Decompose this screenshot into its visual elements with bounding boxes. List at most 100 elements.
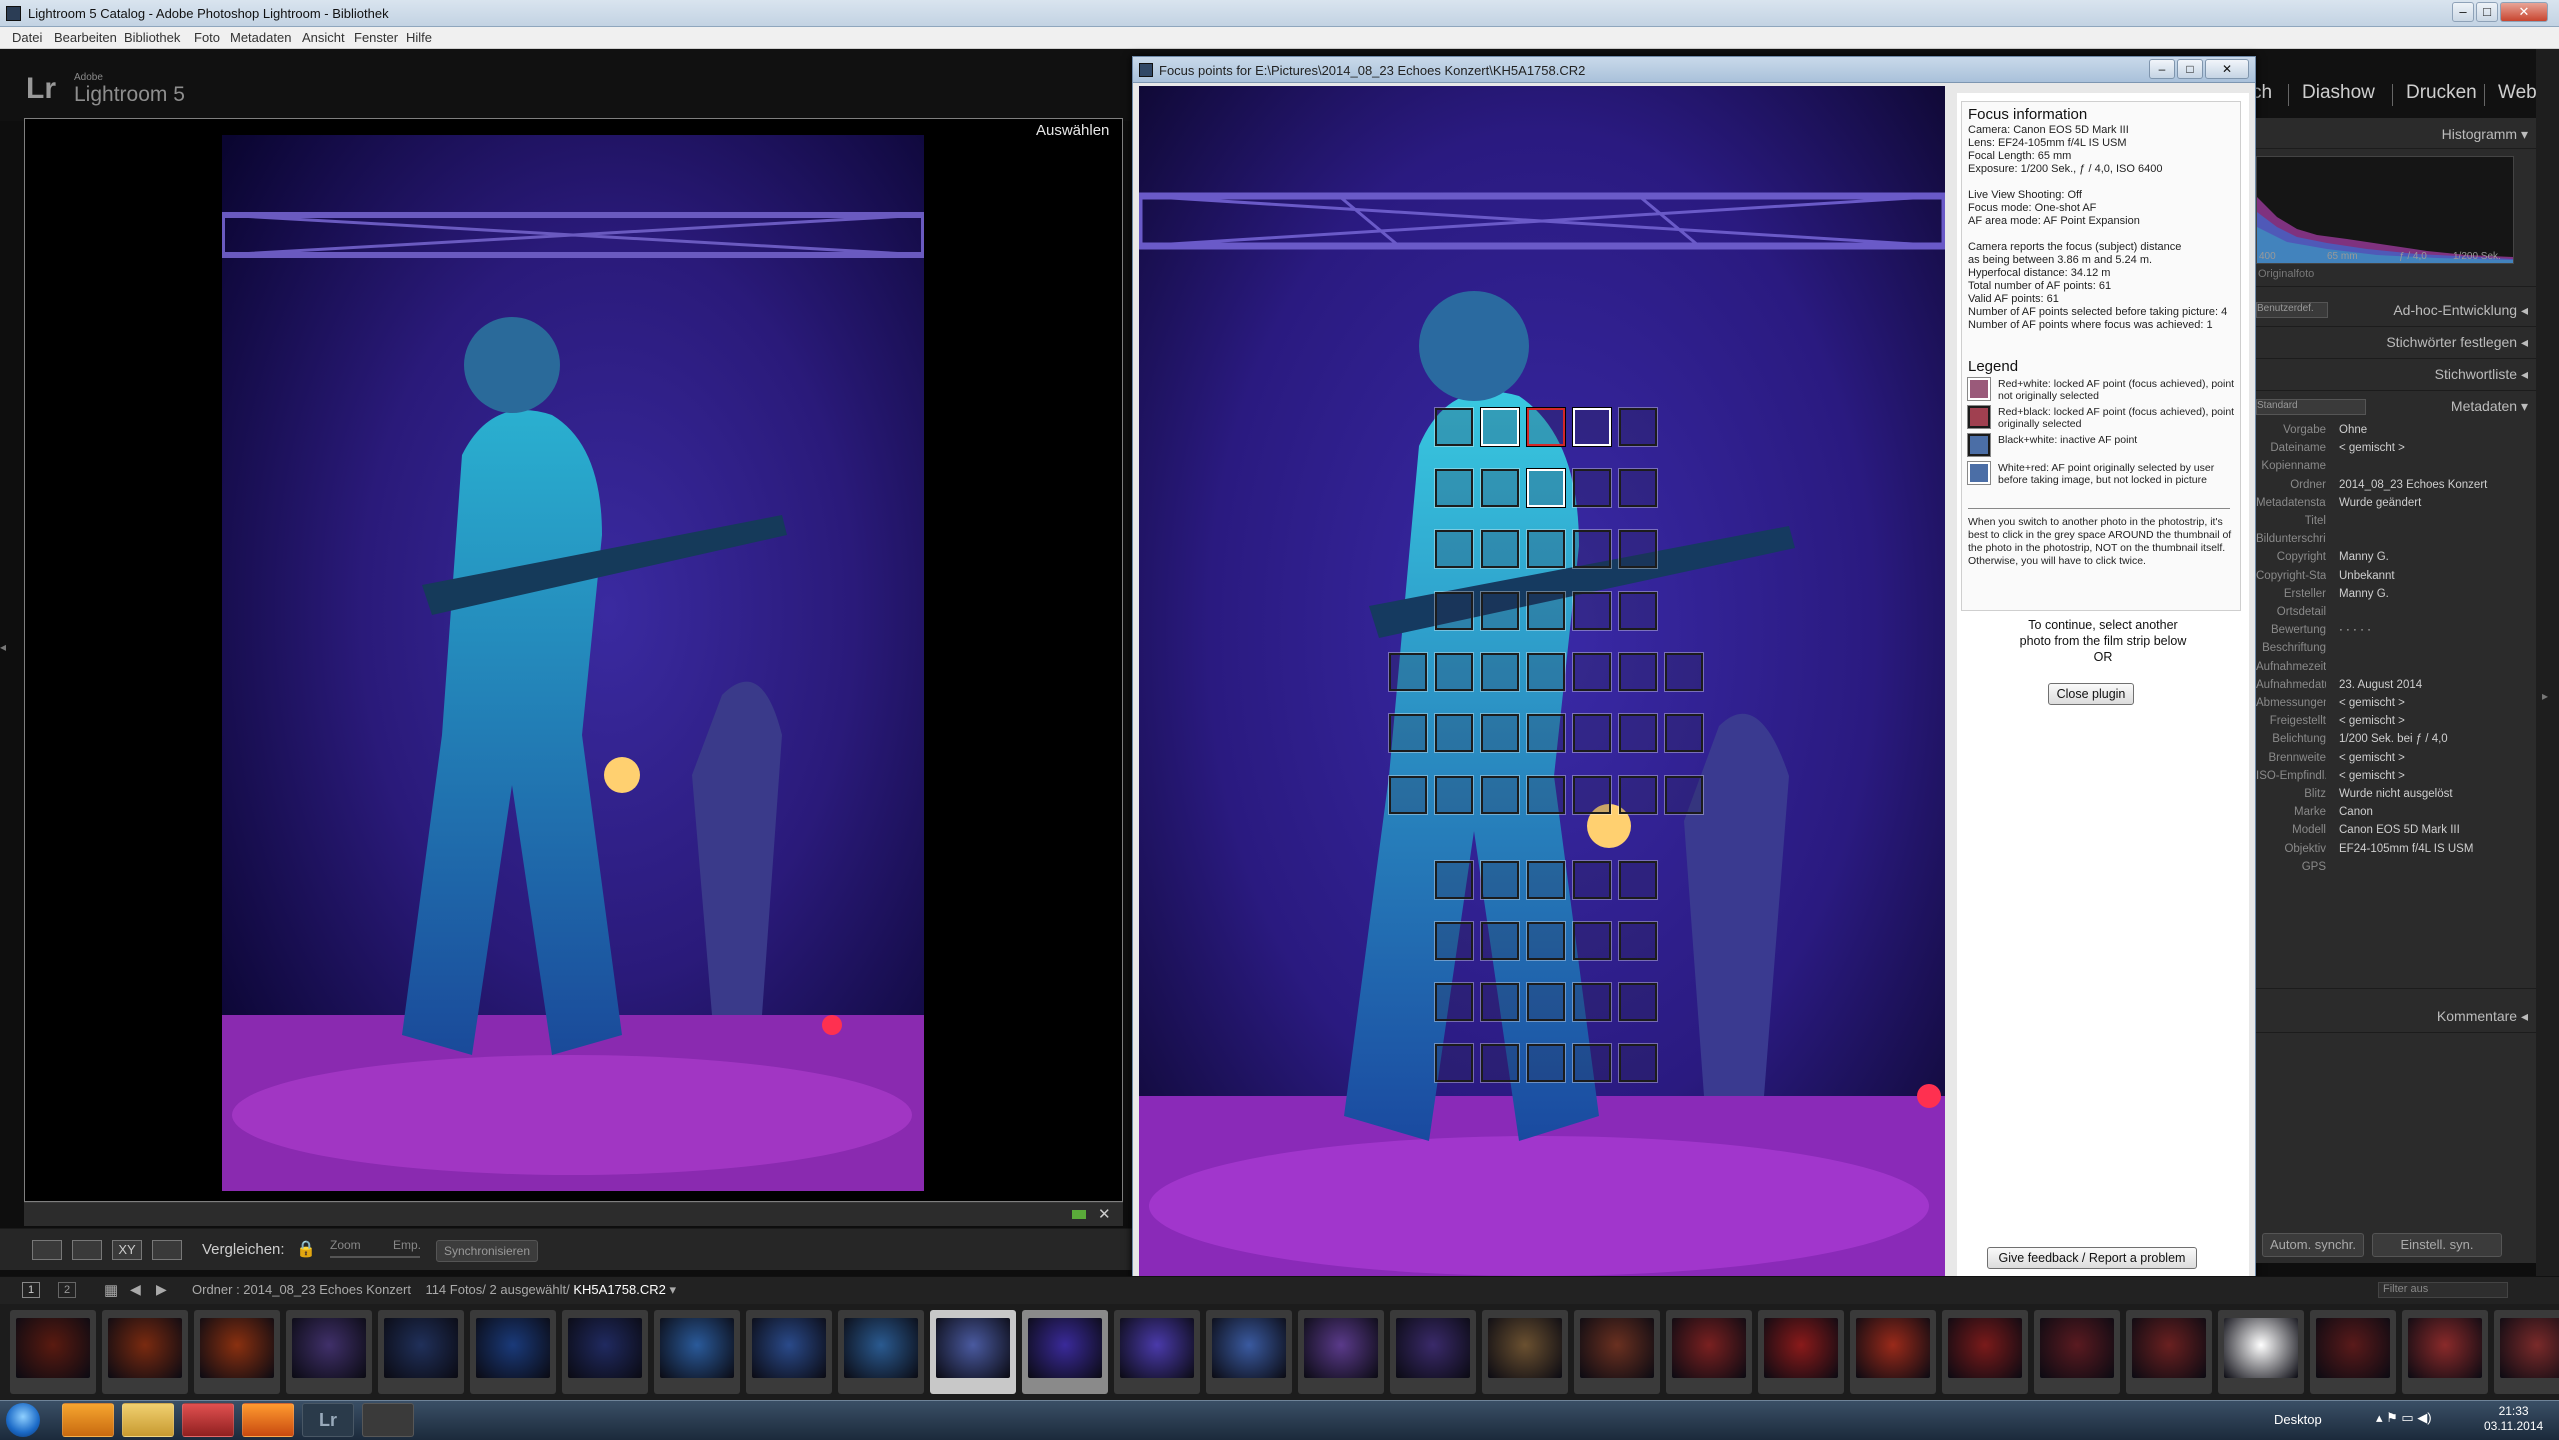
dialog-minimize-button[interactable]: – bbox=[2149, 59, 2175, 79]
menu-item-metadaten[interactable]: Metadaten bbox=[230, 30, 291, 45]
section-metadata[interactable]: Metadaten ▾ bbox=[2451, 398, 2528, 415]
menu-item-bibliothek[interactable]: Bibliothek bbox=[124, 30, 180, 45]
menu-item-bearbeiten[interactable]: Bearbeiten bbox=[54, 30, 117, 45]
filmstrip-thumbnail[interactable] bbox=[10, 1310, 96, 1394]
section-keywording[interactable]: Stichwörter festlegen ◂ bbox=[2386, 334, 2528, 351]
firefox-icon[interactable] bbox=[242, 1403, 294, 1437]
filmstrip-thumbnail[interactable] bbox=[2310, 1310, 2396, 1394]
module-tab-drucken[interactable]: Drucken bbox=[2406, 82, 2477, 104]
forward-arrow-icon[interactable]: ▶ bbox=[156, 1281, 167, 1298]
module-tab-web[interactable]: Web bbox=[2498, 82, 2537, 104]
metadata-value[interactable]: EF24-105mm f/4L IS USM bbox=[2339, 843, 2473, 855]
viewer-icon[interactable] bbox=[362, 1403, 414, 1437]
filmstrip-thumbnail[interactable] bbox=[1298, 1310, 1384, 1394]
left-panel-toggle-icon[interactable]: ◂ bbox=[0, 640, 6, 654]
section-comments[interactable]: Kommentare ◂ bbox=[2437, 1008, 2528, 1025]
filmstrip-thumbnail[interactable] bbox=[1942, 1310, 2028, 1394]
filmstrip-thumbnail[interactable] bbox=[1022, 1310, 1108, 1394]
filmstrip-thumbnail[interactable] bbox=[1666, 1310, 1752, 1394]
metadata-value[interactable]: 2014_08_23 Echoes Konzert bbox=[2339, 479, 2487, 491]
metadata-value[interactable]: Manny G. bbox=[2339, 588, 2389, 600]
filmstrip-thumbnail[interactable] bbox=[286, 1310, 372, 1394]
dialog-close-button[interactable]: ✕ bbox=[2205, 59, 2249, 79]
sync-settings-button[interactable]: Einstell. syn. bbox=[2372, 1233, 2502, 1257]
filmstrip-thumbnail[interactable] bbox=[1850, 1310, 1936, 1394]
filmstrip-thumbnail[interactable] bbox=[1574, 1310, 1660, 1394]
menu-item-ansicht[interactable]: Ansicht bbox=[302, 30, 345, 45]
zoom-slider[interactable] bbox=[330, 1256, 420, 1258]
survey-view-icon[interactable] bbox=[152, 1240, 182, 1260]
filmstrip-thumbnail[interactable] bbox=[2494, 1310, 2559, 1394]
metadata-value[interactable]: Unbekannt bbox=[2339, 570, 2395, 582]
filmstrip-info[interactable]: Ordner : 2014_08_23 Echoes Konzert 114 F… bbox=[192, 1282, 676, 1298]
menu-item-fenster[interactable]: Fenster bbox=[354, 30, 398, 45]
tray-icons[interactable]: ▴ ⚑ ▭ ◀) bbox=[2376, 1410, 2432, 1426]
menu-item-foto[interactable]: Foto bbox=[194, 30, 220, 45]
metadata-value[interactable]: Wurde nicht ausgelöst bbox=[2339, 788, 2453, 800]
menu-item-hilfe[interactable]: Hilfe bbox=[406, 30, 432, 45]
filmstrip-thumbnail[interactable] bbox=[378, 1310, 464, 1394]
maximize-button[interactable]: □ bbox=[2476, 2, 2498, 22]
metadata-value[interactable]: < gemischt > bbox=[2339, 697, 2405, 709]
lock-icon[interactable]: 🔒 bbox=[296, 1239, 316, 1259]
metadata-value[interactable]: < gemischt > bbox=[2339, 442, 2405, 454]
filmstrip-thumbnail[interactable] bbox=[654, 1310, 740, 1394]
filmstrip-thumbnail[interactable] bbox=[102, 1310, 188, 1394]
metadata-value[interactable]: Manny G. bbox=[2339, 551, 2389, 563]
back-arrow-icon[interactable]: ◀ bbox=[130, 1281, 141, 1298]
metadata-value[interactable]: 23. August 2014 bbox=[2339, 679, 2422, 691]
metadata-value[interactable]: < gemischt > bbox=[2339, 752, 2405, 764]
filmstrip-thumbnail[interactable] bbox=[2218, 1310, 2304, 1394]
app-icon[interactable] bbox=[182, 1403, 234, 1437]
auto-sync-button[interactable]: Autom. synchr. bbox=[2262, 1233, 2364, 1257]
page-2-button[interactable]: 2 bbox=[58, 1282, 76, 1298]
metadata-value[interactable]: Wurde geändert bbox=[2339, 497, 2421, 509]
grid-icon[interactable]: ▦ bbox=[104, 1281, 118, 1299]
metadata-value[interactable]: Canon bbox=[2339, 806, 2373, 818]
metadata-value[interactable]: 1/200 Sek. bei ƒ / 4,0 bbox=[2339, 733, 2448, 745]
metadata-value[interactable]: < gemischt > bbox=[2339, 770, 2405, 782]
metadata-value[interactable]: Ohne bbox=[2339, 424, 2367, 436]
right-panel-edge[interactable]: ▸ bbox=[2536, 49, 2559, 1409]
desktop-toolbar-label[interactable]: Desktop bbox=[2274, 1412, 2322, 1427]
page-1-button[interactable]: 1 bbox=[22, 1282, 40, 1298]
filmstrip-thumbnail[interactable] bbox=[2034, 1310, 2120, 1394]
window-titlebar[interactable]: Lightroom 5 Catalog - Adobe Photoshop Li… bbox=[0, 0, 2559, 27]
filmstrip-thumbnail[interactable] bbox=[194, 1310, 280, 1394]
lightroom-taskbar-icon[interactable]: Lr bbox=[302, 1403, 354, 1437]
filmstrip-thumbnail[interactable] bbox=[2402, 1310, 2488, 1394]
loupe-view-icon[interactable] bbox=[72, 1240, 102, 1260]
minimize-button[interactable]: – bbox=[2452, 2, 2474, 22]
histogram-header[interactable]: Histogramm ▾ bbox=[2442, 126, 2528, 143]
filmstrip-thumbnail[interactable] bbox=[1758, 1310, 1844, 1394]
metadata-value[interactable]: Canon EOS 5D Mark III bbox=[2339, 824, 2460, 836]
histogram[interactable]: 400 65 mm ƒ / 4,0 1/200 Sek. bbox=[2256, 156, 2514, 264]
grid-view-icon[interactable] bbox=[32, 1240, 62, 1260]
panel-toggle-icon[interactable]: ▸ bbox=[2542, 689, 2548, 703]
metadata-value[interactable]: · · · · · bbox=[2339, 624, 2371, 636]
close-icon[interactable]: ✕ bbox=[1098, 1205, 1111, 1223]
feedback-button[interactable]: Give feedback / Report a problem bbox=[1987, 1247, 2197, 1269]
filmstrip-thumbnail[interactable] bbox=[746, 1310, 832, 1394]
quick-develop-preset[interactable]: Benutzerdef. bbox=[2256, 302, 2328, 318]
filmstrip-thumbnail[interactable] bbox=[1482, 1310, 1568, 1394]
dialog-maximize-button[interactable]: □ bbox=[2177, 59, 2203, 79]
filmstrip-thumbnail[interactable] bbox=[1114, 1310, 1200, 1394]
dialog-titlebar[interactable]: Focus points for E:\Pictures\2014_08_23 … bbox=[1133, 57, 2255, 83]
filmstrip-thumbnail[interactable] bbox=[1206, 1310, 1292, 1394]
filmstrip-thumbnail[interactable] bbox=[838, 1310, 924, 1394]
close-plugin-button[interactable]: Close plugin bbox=[2048, 683, 2134, 705]
module-tab-diashow[interactable]: Diashow bbox=[2302, 82, 2375, 104]
clock[interactable]: 21:33 03.11.2014 bbox=[2484, 1404, 2543, 1434]
filmstrip-thumbnail[interactable] bbox=[470, 1310, 556, 1394]
filmstrip-thumbnail[interactable] bbox=[2126, 1310, 2212, 1394]
filter-select[interactable]: Filter aus bbox=[2378, 1282, 2508, 1298]
section-quick-develop[interactable]: Ad-hoc-Entwicklung ◂ bbox=[2393, 302, 2528, 319]
close-window-button[interactable]: ✕ bbox=[2500, 2, 2548, 22]
media-player-icon[interactable] bbox=[62, 1403, 114, 1437]
start-button-icon[interactable] bbox=[6, 1403, 40, 1437]
metadata-preset-select[interactable]: Standard bbox=[2256, 399, 2366, 415]
metadata-value[interactable]: < gemischt > bbox=[2339, 715, 2405, 727]
filmstrip-thumbnail[interactable] bbox=[1390, 1310, 1476, 1394]
explorer-icon[interactable] bbox=[122, 1403, 174, 1437]
